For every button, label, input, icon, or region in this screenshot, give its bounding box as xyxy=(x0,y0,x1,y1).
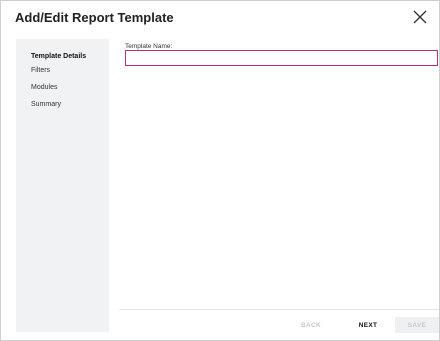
save-button[interactable]: SAVE xyxy=(395,317,439,333)
add-edit-report-template-dialog: Add/Edit Report Template Template Detail… xyxy=(0,0,440,341)
footer-divider xyxy=(119,309,439,310)
dialog-title: Add/Edit Report Template xyxy=(15,10,174,25)
dialog-header: Add/Edit Report Template xyxy=(1,1,439,37)
sidebar-item-summary[interactable]: Summary xyxy=(31,101,61,108)
sidebar-item-filters[interactable]: Filters xyxy=(31,67,50,74)
template-name-input[interactable] xyxy=(125,50,438,66)
close-icon[interactable] xyxy=(411,8,429,26)
wizard-steps-sidebar: Template Details Filters Modules Summary xyxy=(16,39,109,332)
sidebar-item-modules[interactable]: Modules xyxy=(31,84,57,91)
sidebar-item-template-details[interactable]: Template Details xyxy=(31,53,86,60)
back-button[interactable]: BACK xyxy=(297,317,325,333)
main-content: Template Name: BACK NEXT SAVE xyxy=(119,39,439,340)
next-button[interactable]: NEXT xyxy=(353,317,383,333)
template-name-label: Template Name: xyxy=(125,43,173,50)
